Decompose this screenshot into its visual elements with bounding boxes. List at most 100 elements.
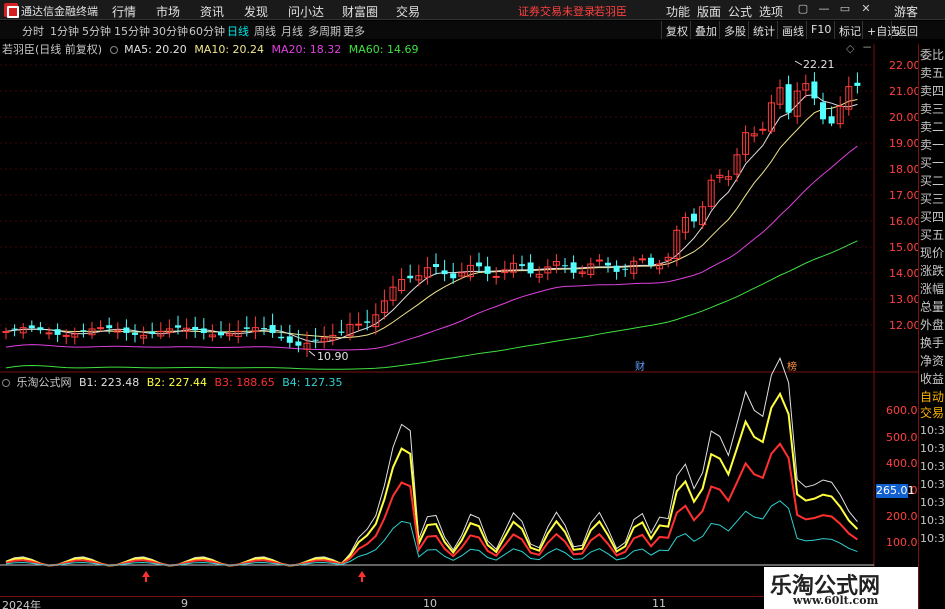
candle-body-down — [286, 336, 293, 343]
candle-body-down — [261, 328, 267, 330]
watermark-url: www.60lt.com — [793, 594, 879, 607]
candle-body-up — [45, 332, 53, 335]
price-tick-13: 13.00 — [889, 293, 921, 306]
low-price-label: 10.90 — [317, 350, 349, 363]
rp-eps[interactable]: 收益 — [920, 370, 945, 388]
candle-body-down — [54, 329, 61, 335]
candle-body-down — [811, 81, 818, 99]
candle-body-down — [80, 330, 87, 332]
rp-buy2[interactable]: 买二 — [920, 172, 945, 190]
b1-line — [5, 356, 858, 567]
candle-body-down — [441, 270, 448, 275]
b2-line — [5, 391, 859, 567]
rank-badge[interactable]: 榜 — [787, 358, 797, 373]
candle-body-up — [638, 258, 646, 261]
rp-volume[interactable]: 总量 — [920, 298, 945, 316]
b4-line — [5, 500, 858, 566]
rp-trade[interactable]: 交易 — [920, 404, 945, 422]
candle-body-up — [759, 128, 767, 131]
candle-body-down — [364, 321, 371, 323]
candle-body-down — [613, 265, 620, 272]
rp-time-3: 10:34 — [920, 460, 945, 473]
candle-body-down — [562, 265, 568, 267]
candle-body-down — [338, 331, 345, 333]
ma60-line — [5, 240, 858, 370]
price-tick-16: 16.00 — [889, 215, 921, 228]
candle-body-down — [192, 326, 199, 331]
sub-tick-400: 400.0 — [886, 457, 918, 470]
xlabel-nov: 11 — [652, 597, 666, 609]
sub-tick-600: 600.0 — [886, 404, 918, 417]
candle-body-up — [2, 331, 10, 333]
candle-body-down — [269, 325, 276, 333]
candle-body-down — [132, 332, 138, 335]
price-tick-18: 18.00 — [889, 163, 921, 176]
buy-signal-arrow — [358, 571, 366, 582]
finance-badge[interactable]: 财 — [635, 358, 645, 373]
candle-body-down — [484, 266, 491, 274]
rp-time-4: 10:35 — [920, 478, 945, 491]
low-pointer — [308, 350, 316, 357]
candle-body-down — [433, 264, 439, 268]
rp-change[interactable]: 涨跌 — [920, 262, 945, 280]
rp-time-1: 10:34 — [920, 424, 945, 437]
candle-body-down — [605, 262, 611, 266]
price-tick-20: 20.00 — [889, 111, 921, 124]
candle-body-down — [37, 327, 44, 331]
xlabel-oct: 10 — [423, 597, 437, 609]
rp-netasset[interactable]: 净资 — [920, 352, 945, 370]
rp-sell4[interactable]: 卖四 — [920, 82, 945, 100]
rp-turnover[interactable]: 换手 — [920, 334, 945, 352]
rp-sell3[interactable]: 卖三 — [920, 100, 945, 118]
candle-body-down — [828, 116, 835, 124]
buy-signal-arrow — [142, 571, 150, 582]
candle-body-down — [149, 331, 156, 334]
sub-tick-100: 100.0 — [886, 536, 918, 549]
rp-sell2[interactable]: 卖二 — [920, 118, 945, 136]
candle-body-down — [854, 82, 861, 86]
candle-body-down — [218, 331, 224, 336]
candle-body-down — [691, 213, 697, 222]
candle-body-down — [527, 262, 534, 274]
rp-time-6: 10:35 — [920, 514, 945, 527]
rp-weibi[interactable]: 委比 — [920, 46, 945, 64]
price-tick-22: 22.00 — [889, 59, 921, 72]
rp-sell1[interactable]: 卖一 — [920, 136, 945, 154]
candle-body-down — [243, 327, 250, 329]
rp-buy4[interactable]: 买四 — [920, 208, 945, 226]
rp-outer[interactable]: 外盘 — [920, 316, 945, 334]
high-price-label: 22.21 — [803, 58, 835, 71]
candle-body-down — [450, 273, 457, 279]
xlabel-sep: 9 — [181, 597, 188, 609]
price-tick-21: 21.00 — [889, 85, 921, 98]
candle-body-up — [355, 323, 363, 326]
rp-change-pct[interactable]: 涨幅 — [920, 280, 945, 298]
candle-body-down — [785, 84, 792, 113]
sub-tick-500: 500.0 — [886, 431, 918, 444]
ma10-line — [5, 99, 858, 339]
candle-body-up — [97, 327, 105, 330]
candle-body-down — [200, 328, 207, 333]
rp-time-2: 10:34 — [920, 442, 945, 455]
candle-body-down — [312, 339, 319, 341]
candle-body-down — [28, 325, 35, 329]
candle-body-down — [622, 268, 629, 270]
candle-body-down — [175, 325, 181, 328]
candle-body-down — [476, 262, 482, 267]
rp-time-7: 10:35 — [920, 532, 945, 545]
candle-body-down — [407, 275, 414, 279]
candle-body-down — [519, 264, 525, 266]
rp-sell5[interactable]: 卖五 — [920, 64, 945, 82]
price-tick-19: 19.00 — [889, 137, 921, 150]
xlabel-2024: 2024年 — [2, 599, 41, 609]
price-tick-17: 17.00 — [889, 189, 921, 202]
candle-body-down — [278, 336, 285, 339]
rp-price[interactable]: 现价 — [920, 244, 945, 262]
rp-buy1[interactable]: 买一 — [920, 154, 945, 172]
current-value-badge: 265.01 — [876, 484, 915, 498]
rp-buy3[interactable]: 买三 — [920, 190, 945, 208]
kline-chart[interactable]: 22.21 10.90 — [0, 0, 945, 609]
candle-body-up — [492, 275, 500, 278]
rp-buy5[interactable]: 买五 — [920, 226, 945, 244]
rp-time-5: 10:35 — [920, 496, 945, 509]
